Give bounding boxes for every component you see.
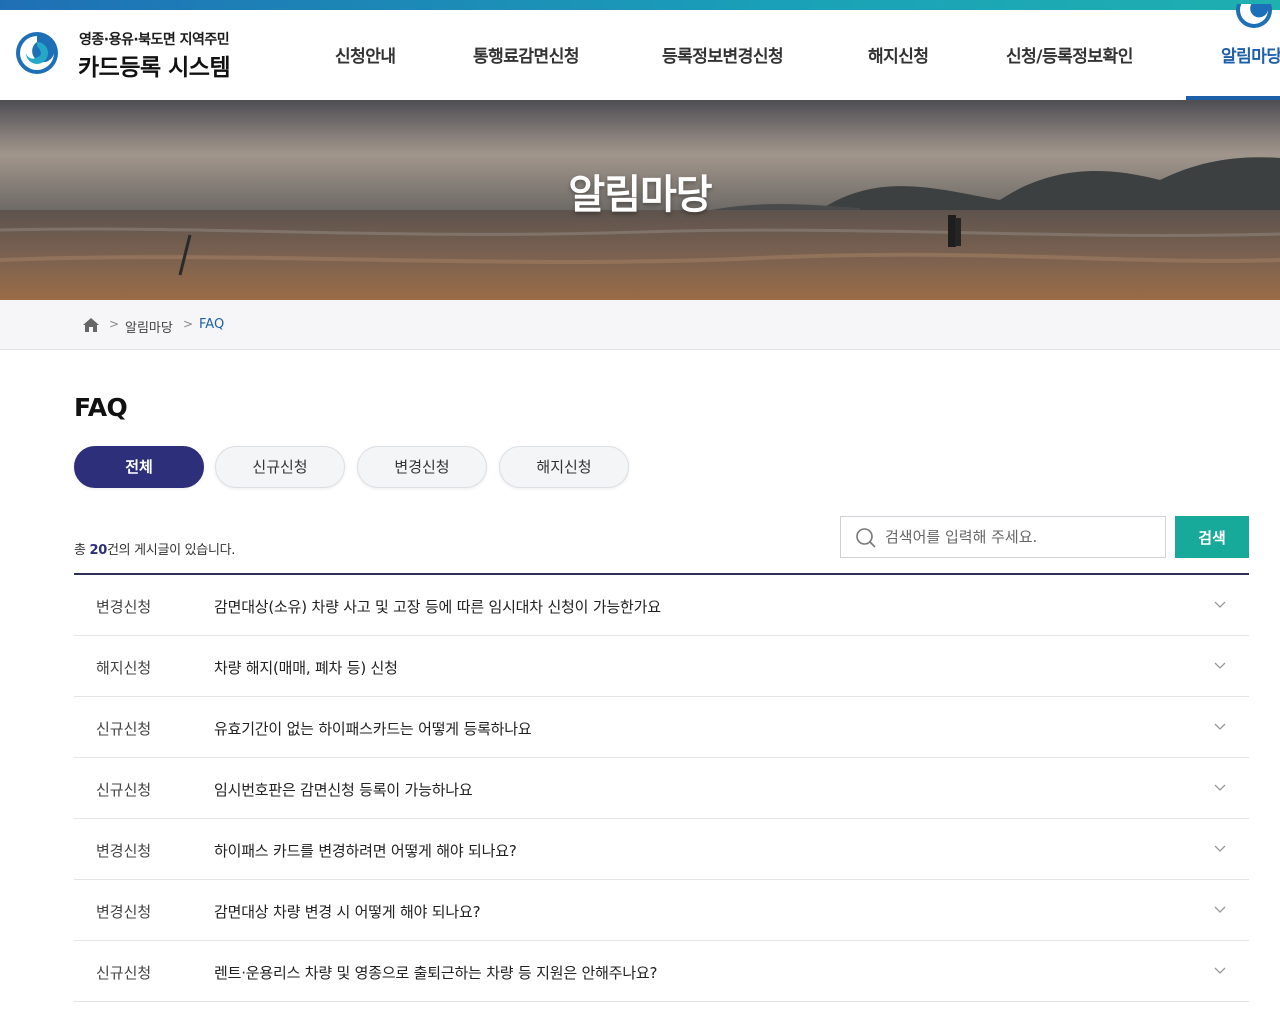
chevron-down-icon[interactable]	[1213, 658, 1227, 672]
search-input[interactable]	[885, 518, 1155, 556]
site-header: 영종·용유·북도면 지역주민 카드등록 시스템 신청안내 통행료감면신청 등록정…	[0, 4, 1280, 100]
breadcrumb-separator-icon: >	[109, 317, 120, 331]
breadcrumb-faq[interactable]: FAQ	[199, 317, 224, 332]
faq-category: 변경신청	[96, 598, 152, 616]
faq-question[interactable]: 유효기간이 없는 하이패스카드는 어떻게 등록하나요	[214, 718, 532, 739]
faq-item[interactable]: 해지신청 차량 해지(매매, 폐차 등) 신청	[74, 636, 1249, 697]
faq-category: 해지신청	[96, 659, 152, 677]
faq-item[interactable]: 신규신청 임시번호판은 감면신청 등록이 가능하나요	[74, 758, 1249, 819]
faq-category: 신규신청	[96, 781, 152, 799]
faq-category: 변경신청	[96, 903, 152, 921]
top-accent-bar	[0, 0, 1280, 10]
faq-item[interactable]: 신규신청 렌트·운용리스 차량 및 영종으로 출퇴근하는 차량 등 지원은 안해…	[74, 941, 1249, 1002]
faq-list: 변경신청 감면대상(소유) 차량 사고 및 고장 등에 따른 임시대차 신청이 …	[74, 573, 1249, 1002]
faq-category: 변경신청	[96, 842, 152, 860]
tab-change-application[interactable]: 변경신청	[357, 446, 487, 488]
hero-title: 알림마당	[568, 172, 712, 218]
nav-cancel[interactable]: 해지신청	[868, 42, 929, 72]
faq-item[interactable]: 신규신청 유효기간이 없는 하이패스카드는 어떻게 등록하나요	[74, 697, 1249, 758]
chevron-down-icon[interactable]	[1213, 719, 1227, 733]
post-count-suffix: 건의 게시글이 있습니다.	[107, 543, 236, 558]
home-icon[interactable]	[82, 317, 100, 333]
chevron-down-icon[interactable]	[1213, 841, 1227, 855]
faq-question[interactable]: 감면대상(소유) 차량 사고 및 고장 등에 따른 임시대차 신청이 가능한가요	[214, 596, 661, 617]
faq-item[interactable]: 변경신청 감면대상(소유) 차량 사고 및 고장 등에 따른 임시대차 신청이 …	[74, 575, 1249, 636]
post-count: 총 20건의 게시글이 있습니다.	[74, 539, 235, 558]
search-button[interactable]: 검색	[1175, 516, 1249, 558]
chevron-down-icon[interactable]	[1213, 963, 1227, 977]
nav-info-change[interactable]: 등록정보변경신청	[662, 42, 784, 72]
tab-all[interactable]: 전체	[74, 446, 204, 488]
faq-question[interactable]: 렌트·운용리스 차량 및 영종으로 출퇴근하는 차량 등 지원은 안해주나요?	[214, 962, 657, 983]
chevron-down-icon[interactable]	[1213, 780, 1227, 794]
nav-apply-guide[interactable]: 신청안내	[335, 42, 396, 72]
chevron-down-icon[interactable]	[1213, 902, 1227, 916]
breadcrumb-notice[interactable]: 알림마당	[125, 317, 173, 336]
nav-toll-discount[interactable]: 통행료감면신청	[473, 42, 579, 72]
search-icon	[856, 528, 876, 548]
post-count-number: 20	[89, 543, 108, 558]
nav-notice[interactable]: 알림마당	[1221, 42, 1280, 72]
nav-active-emblem-icon	[1236, 4, 1272, 28]
faq-question[interactable]: 차량 해지(매매, 폐차 등) 신청	[214, 657, 398, 678]
faq-question[interactable]: 감면대상 차량 변경 시 어떻게 해야 되나요?	[214, 901, 481, 922]
faq-question[interactable]: 하이패스 카드를 변경하려면 어떻게 해야 되나요?	[214, 840, 517, 861]
faq-item[interactable]: 변경신청 감면대상 차량 변경 시 어떻게 해야 되나요?	[74, 880, 1249, 941]
tab-new-application[interactable]: 신규신청	[215, 446, 345, 488]
breadcrumb-separator-icon: >	[183, 317, 194, 331]
faq-category: 신규신청	[96, 720, 152, 738]
brand-title[interactable]: 카드등록 시스템	[78, 48, 231, 82]
breadcrumb: > 알림마당 > FAQ	[0, 300, 1280, 350]
logo-icon[interactable]	[14, 30, 60, 76]
faq-item[interactable]: 변경신청 하이패스 카드를 변경하려면 어떻게 해야 되나요?	[74, 819, 1249, 880]
faq-question[interactable]: 임시번호판은 감면신청 등록이 가능하나요	[214, 779, 473, 800]
faq-category: 신규신청	[96, 964, 152, 982]
nav-info-check[interactable]: 신청/등록정보확인	[1006, 42, 1133, 72]
post-count-prefix: 총	[74, 543, 90, 558]
page-title: FAQ	[74, 393, 128, 422]
search-box	[840, 516, 1166, 558]
brand-subtitle: 영종·용유·북도면 지역주민	[79, 32, 230, 48]
chevron-down-icon[interactable]	[1213, 597, 1227, 611]
hero-banner: 알림마당	[0, 100, 1280, 300]
tab-cancel-application[interactable]: 해지신청	[499, 446, 629, 488]
